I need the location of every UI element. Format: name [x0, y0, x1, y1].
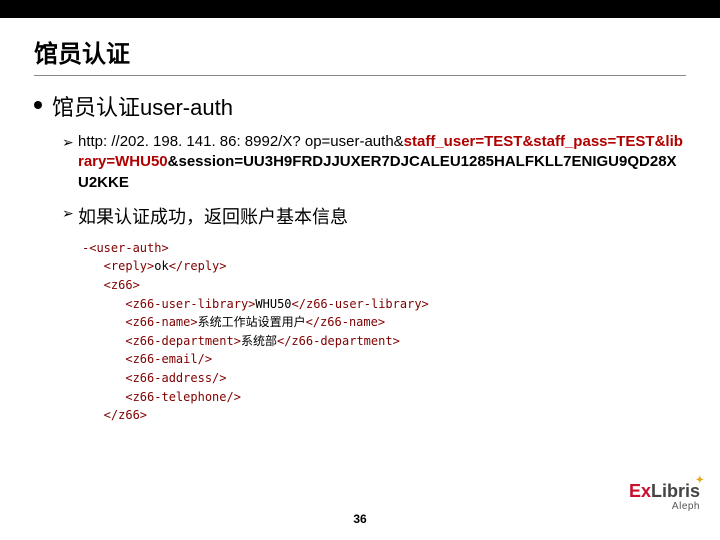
- url-text: http: //202. 198. 141. 86: 8992/X? op=us…: [78, 132, 686, 193]
- xml-sample: -<user-auth> <reply>ok</reply> <z66> <z6…: [82, 239, 686, 425]
- top-bar: [0, 0, 720, 18]
- arrow-icon: ➢: [62, 134, 78, 151]
- footer: 36: [0, 498, 720, 540]
- url-prefix: http: //202. 198. 141. 86: 8992/X? op=us…: [78, 133, 404, 150]
- sublist: ➢ http: //202. 198. 141. 86: 8992/X? op=…: [62, 132, 686, 229]
- section-heading: 馆员认证user-auth: [52, 90, 233, 122]
- heading-row: 馆员认证user-auth: [34, 90, 686, 122]
- success-text: 如果认证成功，返回账户基本信息: [78, 203, 348, 229]
- star-icon: ✦: [696, 476, 704, 486]
- slide-content: 馆员认证 馆员认证user-auth ➢ http: //202. 198. 1…: [0, 18, 720, 425]
- success-item: ➢ 如果认证成功，返回账户基本信息: [62, 203, 686, 229]
- bullet-dot-icon: [34, 101, 42, 109]
- arrow-icon: ➢: [62, 205, 78, 222]
- page-number: 36: [353, 512, 366, 526]
- url-suffix: &session=UU3H9FRDJJUXER7DJCALEU1285HALFK…: [78, 153, 677, 190]
- url-item: ➢ http: //202. 198. 141. 86: 8992/X? op=…: [62, 132, 686, 193]
- slide-title: 馆员认证: [34, 34, 686, 76]
